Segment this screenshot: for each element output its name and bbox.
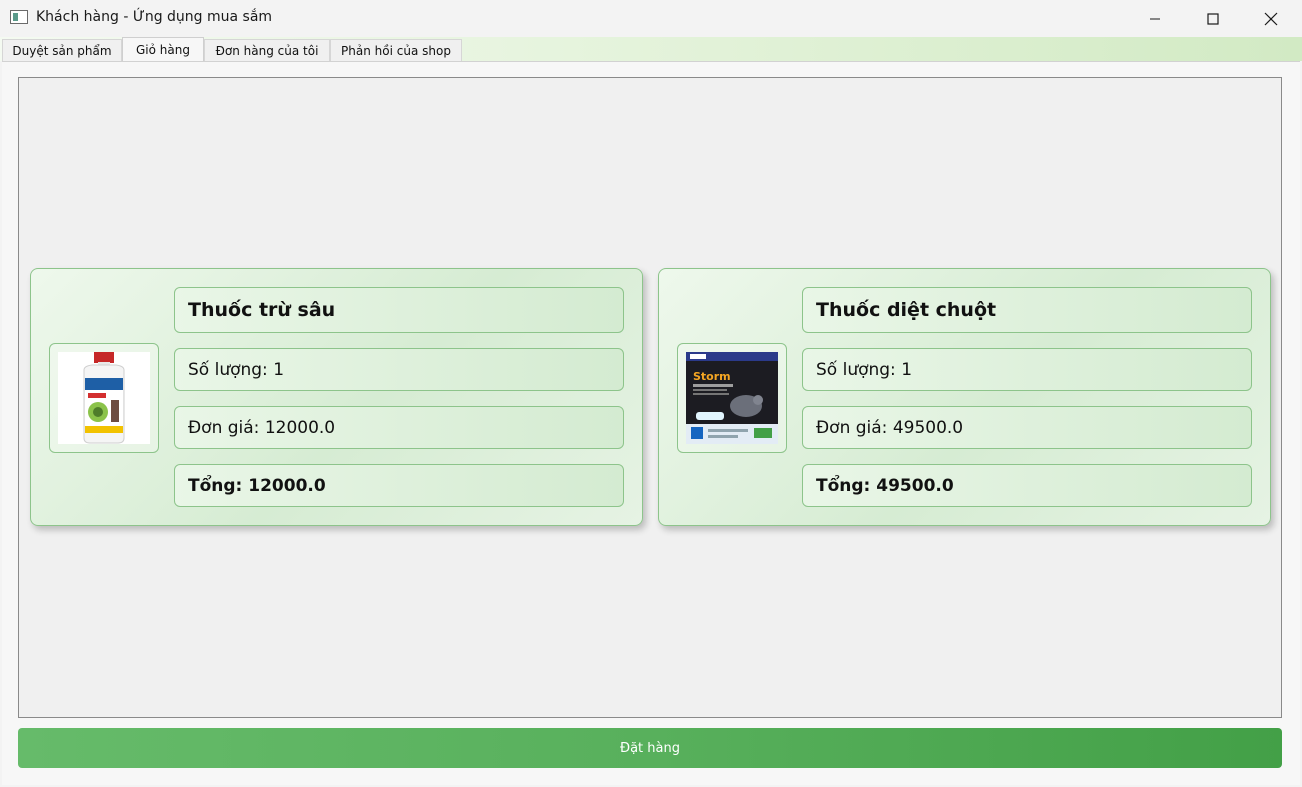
- app-window-icon: [10, 10, 28, 24]
- product-quantity: Số lượng: 1: [802, 348, 1252, 391]
- window-title: Khách hàng - Ứng dụng mua sắm: [36, 9, 273, 25]
- maximize-button[interactable]: [1184, 0, 1242, 37]
- rodenticide-package-image: Storm: [686, 352, 778, 444]
- product-total: Tổng: 49500.0: [802, 464, 1252, 507]
- product-unit-price: Đơn giá: 49500.0: [802, 406, 1252, 449]
- product-name: Thuốc diệt chuột: [802, 287, 1252, 333]
- tab-cart[interactable]: Giỏ hàng: [122, 37, 204, 61]
- product-total: Tổng: 12000.0: [174, 464, 624, 507]
- title-bar: Khách hàng - Ứng dụng mua sắm: [0, 0, 1302, 37]
- tab-my-orders[interactable]: Đơn hàng của tôi: [204, 39, 330, 61]
- tab-shop-feedback[interactable]: Phản hồi của shop: [330, 39, 462, 61]
- product-unit-price: Đơn giá: 12000.0: [174, 406, 624, 449]
- minimize-icon: [1150, 18, 1160, 19]
- product-image-frame: Storm: [677, 343, 787, 453]
- product-quantity: Số lượng: 1: [174, 348, 624, 391]
- tab-browse-products[interactable]: Duyệt sản phẩm: [2, 39, 122, 61]
- minimize-button[interactable]: [1126, 0, 1184, 37]
- cart-item-card: Thuốc trừ sâu Số lượng: 1 Đơn giá: 12000…: [30, 268, 643, 526]
- place-order-button[interactable]: Đặt hàng: [18, 728, 1282, 768]
- product-image-frame: [49, 343, 159, 453]
- close-icon: [1264, 12, 1278, 25]
- close-button[interactable]: [1242, 0, 1300, 37]
- product-name: Thuốc trừ sâu: [174, 287, 624, 333]
- maximize-icon: [1207, 12, 1219, 25]
- package-brand-text: Storm: [693, 370, 731, 383]
- cart-item-card: Storm Thuốc diệt chuột Số lượng: 1 Đơn g…: [658, 268, 1271, 526]
- pesticide-bottle-image: [58, 352, 150, 444]
